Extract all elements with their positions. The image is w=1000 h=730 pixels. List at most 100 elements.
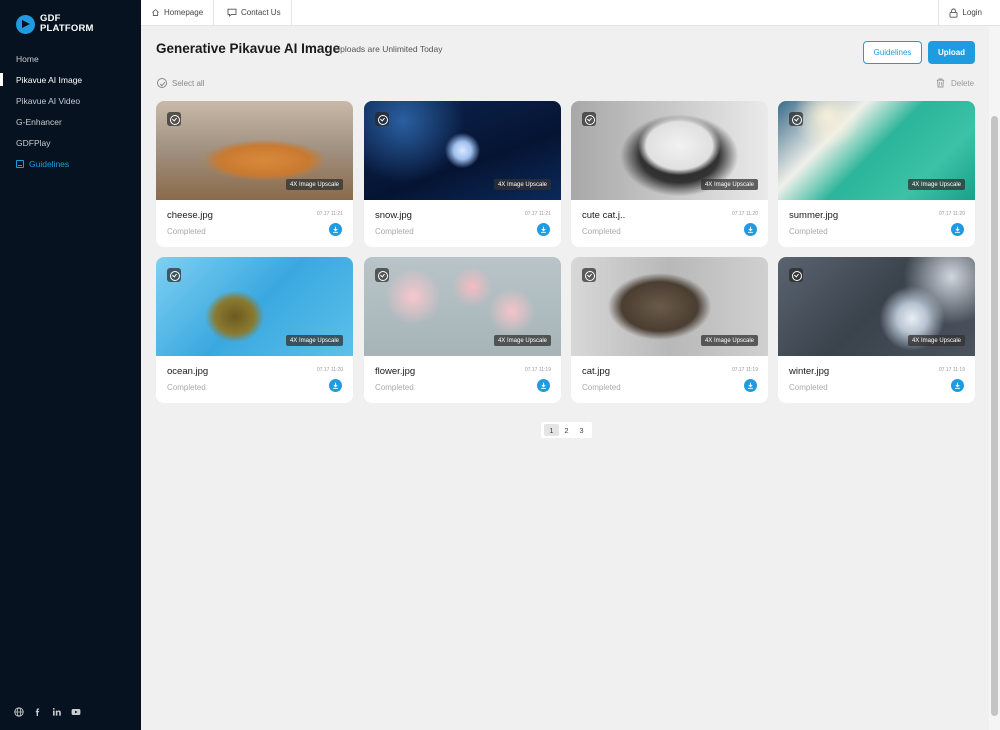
file-status: Completed bbox=[167, 227, 206, 236]
download-icon[interactable] bbox=[537, 379, 550, 392]
page-title: Generative Pikavue AI Image bbox=[156, 41, 341, 56]
linkedin-icon[interactable] bbox=[51, 706, 62, 717]
upscale-badge: 4X Image Upscale bbox=[285, 179, 343, 190]
file-date: 07.17 11:21 bbox=[524, 211, 551, 217]
select-checkbox[interactable] bbox=[789, 268, 803, 282]
youtube-icon[interactable] bbox=[70, 706, 81, 717]
upscale-badge: 4X Image Upscale bbox=[907, 179, 965, 190]
sidebar-item-label: GDFPlay bbox=[16, 137, 51, 148]
file-name: summer.jpg bbox=[789, 210, 839, 221]
file-status: Completed bbox=[789, 383, 828, 392]
check-circle-icon bbox=[157, 78, 167, 88]
upscale-badge: 4X Image Upscale bbox=[493, 179, 551, 190]
file-name: winter.jpg bbox=[789, 366, 830, 377]
sidebar: GDF PLATFORM Home Pikavue AI Image Pikav… bbox=[0, 0, 141, 730]
file-date: 07.17 11:19 bbox=[938, 367, 965, 373]
file-name: snow.jpg bbox=[375, 210, 412, 221]
select-all-toggle[interactable]: Select all bbox=[157, 78, 204, 88]
lock-icon bbox=[949, 8, 958, 18]
download-icon[interactable] bbox=[329, 379, 342, 392]
trash-icon bbox=[936, 78, 945, 88]
homepage-label: Homepage bbox=[164, 8, 204, 17]
pagination: 1 2 3 bbox=[541, 422, 592, 438]
sidebar-item-g-enhancer[interactable]: G-Enhancer bbox=[0, 111, 141, 132]
login-label: Login bbox=[962, 8, 982, 17]
select-checkbox[interactable] bbox=[582, 112, 596, 126]
select-checkbox[interactable] bbox=[789, 112, 803, 126]
select-all-label: Select all bbox=[172, 78, 205, 88]
sidebar-item-pikavue-ai-video[interactable]: Pikavue AI Video bbox=[0, 90, 141, 111]
homepage-link[interactable]: Homepage bbox=[141, 0, 215, 25]
logo[interactable]: GDF PLATFORM bbox=[16, 14, 94, 34]
image-card-flower[interactable]: 4X Image Upscale flower.jpg 07.17 11:19 … bbox=[364, 257, 561, 403]
select-checkbox[interactable] bbox=[167, 112, 181, 126]
file-name: ocean.jpg bbox=[167, 366, 209, 377]
select-checkbox[interactable] bbox=[582, 268, 596, 282]
vertical-scrollbar[interactable] bbox=[989, 26, 1000, 730]
file-status: Completed bbox=[375, 227, 414, 236]
social-links bbox=[13, 706, 81, 717]
page-2-button[interactable]: 2 bbox=[559, 424, 574, 436]
sidebar-item-label: Guidelines bbox=[29, 158, 70, 169]
sidebar-item-label: G-Enhancer bbox=[16, 116, 62, 127]
sidebar-item-label: Home bbox=[16, 53, 39, 64]
sidebar-item-gdfplay[interactable]: GDFPlay bbox=[0, 132, 141, 153]
facebook-icon[interactable] bbox=[32, 706, 43, 717]
sidebar-item-guidelines[interactable]: Guidelines bbox=[0, 153, 141, 174]
file-date: 07.17 11:19 bbox=[731, 367, 758, 373]
download-icon[interactable] bbox=[537, 223, 550, 236]
sidebar-nav: Home Pikavue AI Image Pikavue AI Video G… bbox=[0, 48, 141, 174]
globe-icon[interactable] bbox=[13, 706, 24, 717]
download-icon[interactable] bbox=[744, 223, 757, 236]
file-date: 07.17 11:21 bbox=[316, 211, 343, 217]
image-card-snow[interactable]: 4X Image Upscale snow.jpg 07.17 11:21 Co… bbox=[364, 101, 561, 247]
select-checkbox[interactable] bbox=[167, 268, 181, 282]
file-date: 07.17 11:20 bbox=[731, 211, 758, 217]
file-status: Completed bbox=[582, 227, 621, 236]
sidebar-item-home[interactable]: Home bbox=[0, 48, 141, 69]
image-card-summer[interactable]: 4X Image Upscale summer.jpg 07.17 11:20 … bbox=[778, 101, 975, 247]
logo-text: GDF PLATFORM bbox=[40, 14, 94, 34]
select-checkbox[interactable] bbox=[375, 268, 389, 282]
logo-play-icon bbox=[16, 14, 35, 34]
file-status: Completed bbox=[375, 383, 414, 392]
download-icon[interactable] bbox=[951, 223, 964, 236]
upload-limit-text: Uploads are Unlimited Today bbox=[334, 44, 443, 54]
guidelines-button[interactable]: Guidelines bbox=[863, 41, 922, 64]
image-card-cat[interactable]: 4X Image Upscale cat.jpg 07.17 11:19 Com… bbox=[571, 257, 768, 403]
upscale-badge: 4X Image Upscale bbox=[493, 335, 551, 346]
contact-us-label: Contact Us bbox=[241, 8, 281, 17]
sidebar-item-label: Pikavue AI Video bbox=[16, 95, 81, 106]
page-1-button[interactable]: 1 bbox=[544, 424, 559, 436]
logo-line-2: PLATFORM bbox=[40, 23, 94, 34]
delete-button[interactable]: Delete bbox=[936, 78, 974, 88]
top-bar: Homepage Contact Us Login bbox=[141, 0, 1000, 26]
login-button[interactable]: Login bbox=[938, 0, 982, 25]
image-card-cheese[interactable]: 4X Image Upscale cheese.jpg 07.17 11:21 … bbox=[156, 101, 353, 247]
delete-label: Delete bbox=[951, 78, 975, 88]
upscale-badge: 4X Image Upscale bbox=[700, 335, 758, 346]
download-icon[interactable] bbox=[744, 379, 757, 392]
select-checkbox[interactable] bbox=[375, 112, 389, 126]
contact-us-link[interactable]: Contact Us bbox=[217, 0, 292, 25]
file-date: 07.17 11:20 bbox=[316, 367, 343, 373]
file-status: Completed bbox=[167, 383, 206, 392]
upscale-badge: 4X Image Upscale bbox=[907, 335, 965, 346]
home-icon bbox=[152, 9, 159, 16]
image-card-ocean[interactable]: 4X Image Upscale ocean.jpg 07.17 11:20 C… bbox=[156, 257, 353, 403]
chat-icon bbox=[227, 8, 237, 17]
upload-button[interactable]: Upload bbox=[928, 41, 975, 64]
file-status: Completed bbox=[789, 227, 828, 236]
file-name: cute cat.j.. bbox=[582, 210, 626, 221]
image-card-winter[interactable]: 4X Image Upscale winter.jpg 07.17 11:19 … bbox=[778, 257, 975, 403]
file-date: 07.17 11:19 bbox=[524, 367, 551, 373]
scrollbar-thumb[interactable] bbox=[991, 116, 998, 716]
book-icon bbox=[16, 159, 24, 168]
download-icon[interactable] bbox=[329, 223, 342, 236]
image-card-cute-cat[interactable]: 4X Image Upscale cute cat.j.. 07.17 11:2… bbox=[571, 101, 768, 247]
download-icon[interactable] bbox=[951, 379, 964, 392]
sidebar-item-pikavue-ai-image[interactable]: Pikavue AI Image bbox=[0, 69, 141, 90]
page-3-button[interactable]: 3 bbox=[574, 424, 589, 436]
upscale-badge: 4X Image Upscale bbox=[700, 179, 758, 190]
file-name: cat.jpg bbox=[582, 366, 610, 377]
